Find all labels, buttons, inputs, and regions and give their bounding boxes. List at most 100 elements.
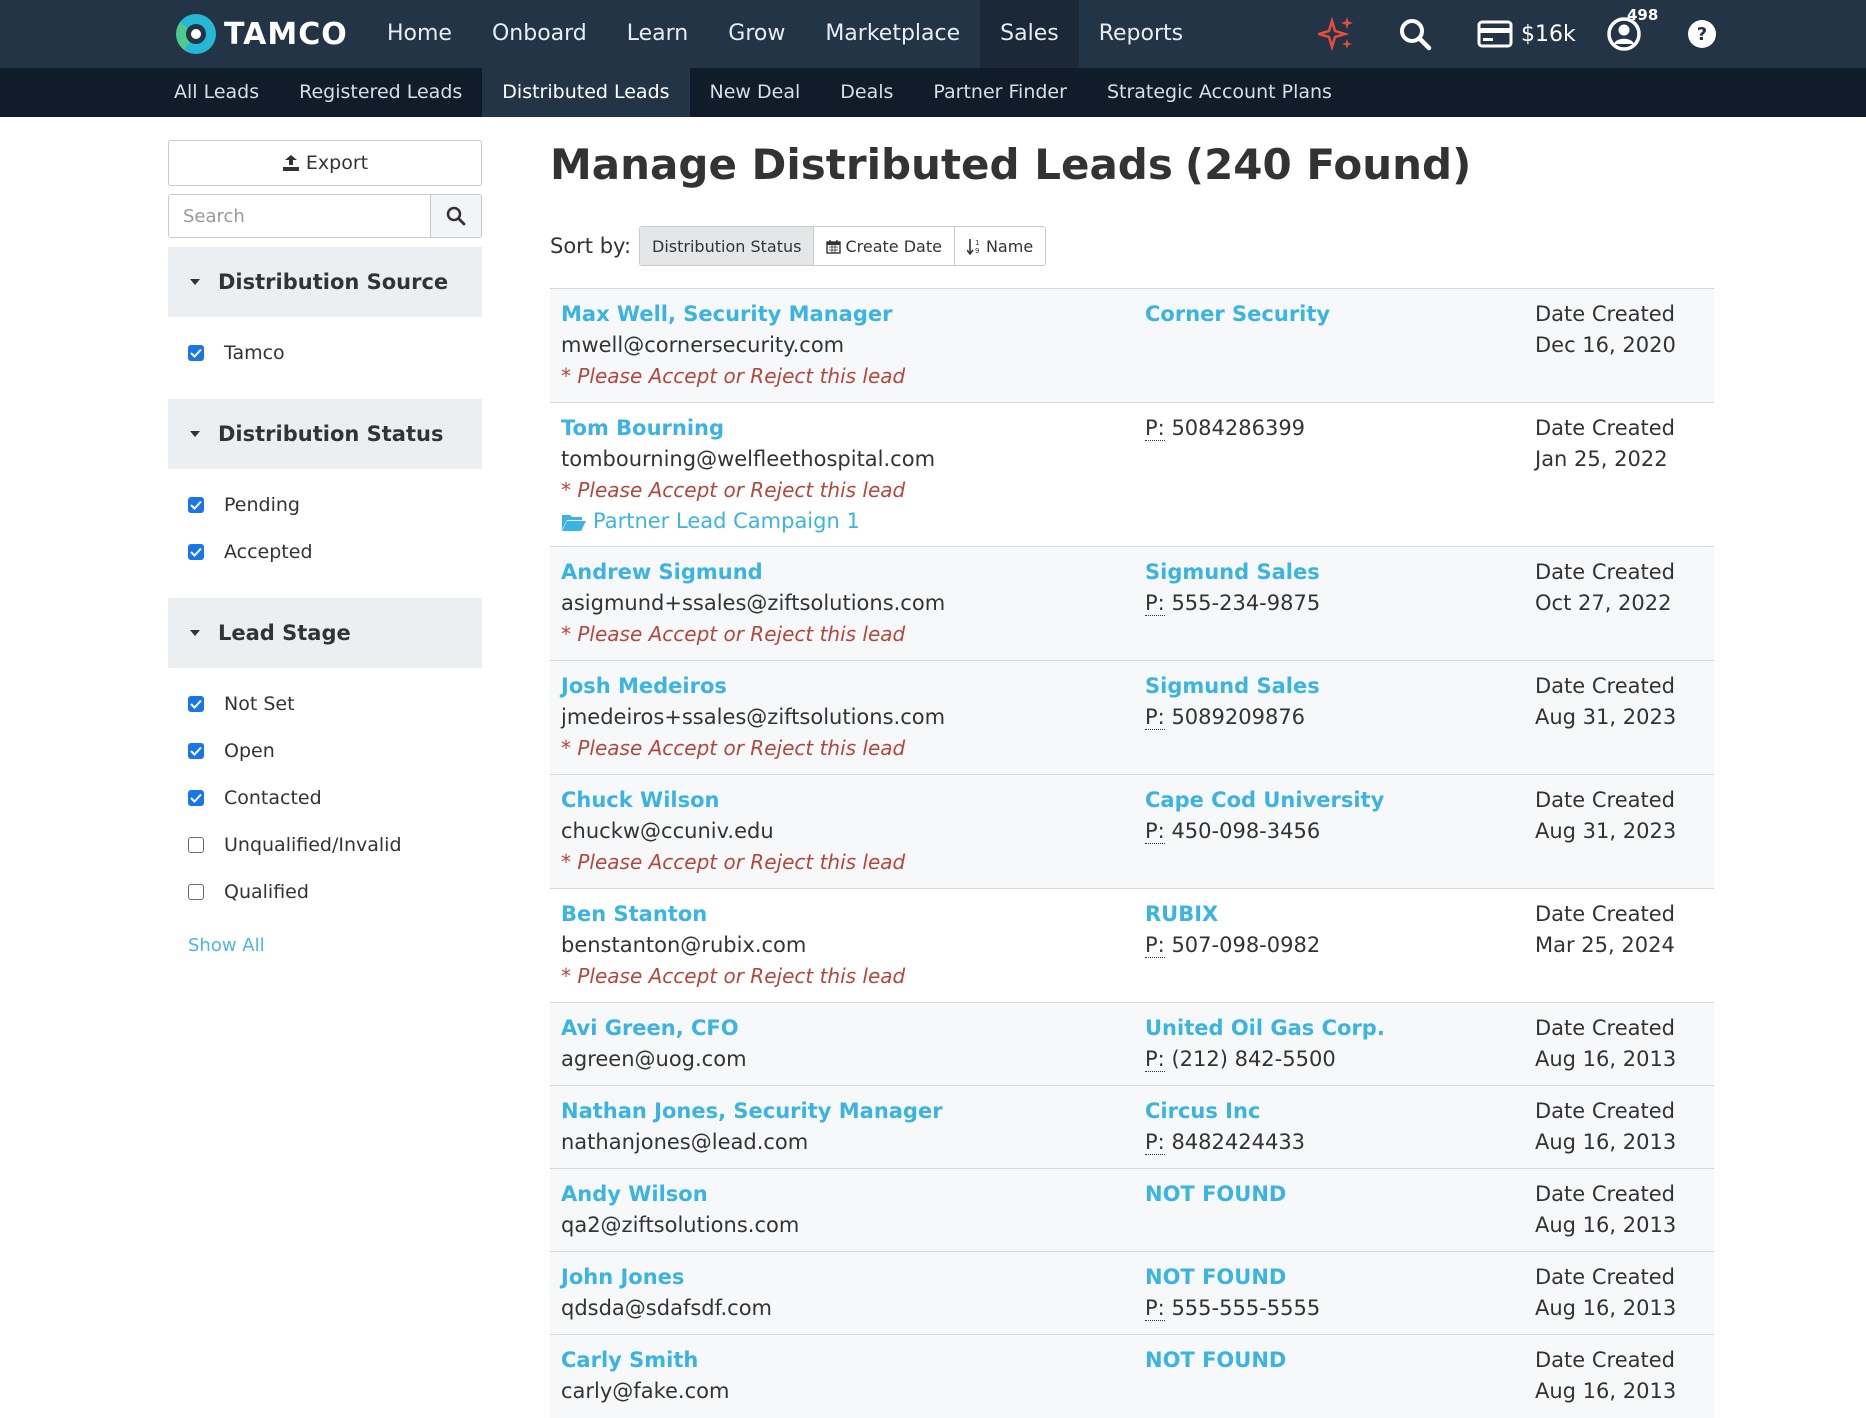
nav-item-home[interactable]: Home <box>367 0 472 68</box>
company-link[interactable]: Cape Cod University <box>1145 785 1384 816</box>
filter-option[interactable]: Not Set <box>188 680 482 727</box>
sparkle-icon[interactable] <box>1318 14 1356 54</box>
lead-name-link[interactable]: Josh Medeiros <box>561 671 945 702</box>
company-link[interactable]: Sigmund Sales <box>1145 671 1320 702</box>
filter-option[interactable]: Unqualified/Invalid <box>188 821 482 868</box>
show-all-link[interactable]: Show All <box>168 935 482 956</box>
lead-name-link[interactable]: Andy Wilson <box>561 1179 799 1210</box>
lead-name-link[interactable]: Max Well, Security Manager <box>561 299 905 330</box>
date-value: Oct 27, 2022 <box>1535 591 1672 615</box>
sort-by-name-button[interactable]: 19 Name <box>955 227 1045 265</box>
nav-item-onboard[interactable]: Onboard <box>472 0 607 68</box>
search-button[interactable] <box>430 194 482 238</box>
subnav-partner-finder[interactable]: Partner Finder <box>913 68 1087 117</box>
lead-warning: * Please Accept or Reject this lead <box>561 364 906 388</box>
lead-row: Tom Bourning tombourning@welfleethospita… <box>550 403 1714 547</box>
date-value: Aug 16, 2013 <box>1535 1379 1677 1403</box>
lead-name-link[interactable]: Chuck Wilson <box>561 785 905 816</box>
lead-name-link[interactable]: John Jones <box>561 1262 772 1293</box>
sort-by-create-date-button[interactable]: Create Date <box>814 227 955 265</box>
sort-option-label: Distribution Status <box>652 236 802 256</box>
brand-logo[interactable]: TAMCO <box>176 14 348 54</box>
filter-group-header[interactable]: Lead Stage <box>168 598 482 668</box>
checkbox-checked[interactable] <box>188 344 204 361</box>
phone-prefix: P: <box>1145 705 1165 730</box>
lead-row: Avi Green, CFO agreen@uog.com United Oil… <box>550 1003 1714 1086</box>
sort-bar: Sort by: Distribution Status Create Date… <box>550 226 1714 266</box>
checkbox-unchecked[interactable] <box>188 836 204 853</box>
phone-number: 555-555-5555 <box>1171 1296 1321 1320</box>
filter-option[interactable]: Accepted <box>188 528 482 575</box>
checkbox-checked[interactable] <box>188 695 204 712</box>
company-link[interactable]: Sigmund Sales <box>1145 557 1320 588</box>
filter-option[interactable]: Open <box>188 727 482 774</box>
sort-by-distribution-status-button[interactable]: Distribution Status <box>640 227 815 265</box>
filter-group-header[interactable]: Distribution Source <box>168 247 482 317</box>
phone-number: 507-098-0982 <box>1171 933 1321 957</box>
company-link[interactable]: United Oil Gas Corp. <box>1145 1013 1385 1044</box>
filter-option[interactable]: Pending <box>188 481 482 528</box>
checkbox-unchecked[interactable] <box>188 883 204 900</box>
subnav-deals[interactable]: Deals <box>820 68 913 117</box>
nav-item-reports[interactable]: Reports <box>1079 0 1203 68</box>
company-link[interactable]: NOT FOUND <box>1145 1262 1320 1293</box>
phone-prefix: P: <box>1145 1047 1165 1072</box>
folder-open-icon <box>562 514 586 531</box>
subnav-new-deal[interactable]: New Deal <box>690 68 821 117</box>
filter-option[interactable]: Contacted <box>188 774 482 821</box>
export-label: Export <box>305 152 369 174</box>
checkbox-checked[interactable] <box>188 543 204 560</box>
lead-name-link[interactable]: Ben Stanton <box>561 899 905 930</box>
lead-name-link[interactable]: Andrew Sigmund <box>561 557 945 588</box>
lead-email: nathanjones@lead.com <box>561 1130 809 1154</box>
filter-group-header[interactable]: Distribution Status <box>168 399 482 469</box>
phone-number: 555-234-9875 <box>1171 591 1321 615</box>
nav-item-learn[interactable]: Learn <box>607 0 709 68</box>
company-phone: P: 5089209876 <box>1145 702 1320 733</box>
sort-option-label: Create Date <box>845 236 942 256</box>
export-button[interactable]: Export <box>168 140 482 186</box>
search-input[interactable]: Search <box>168 194 430 238</box>
checkbox-checked[interactable] <box>188 789 204 806</box>
company-link[interactable]: Corner Security <box>1145 299 1330 330</box>
subnav-strategic-account-plans[interactable]: Strategic Account Plans <box>1087 68 1352 117</box>
lead-email: mwell@cornersecurity.com <box>561 333 845 357</box>
caret-down-icon <box>190 630 200 636</box>
search-box: Search <box>168 194 482 238</box>
company-link[interactable]: Circus Inc <box>1145 1096 1305 1127</box>
lead-warning: * Please Accept or Reject this lead <box>561 850 906 874</box>
search-icon <box>446 206 466 226</box>
lead-name-link[interactable]: Avi Green, CFO <box>561 1013 747 1044</box>
lead-warning: * Please Accept or Reject this lead <box>561 736 906 760</box>
nav-item-marketplace[interactable]: Marketplace <box>805 0 980 68</box>
budget-widget[interactable]: $16k <box>1477 14 1576 54</box>
lead-email: asigmund+ssales@ziftsolutions.com <box>561 591 946 615</box>
lead-name-link[interactable]: Tom Bourning <box>561 413 935 444</box>
filter-option[interactable]: Qualified <box>188 868 482 915</box>
lead-email: benstanton@rubix.com <box>561 933 807 957</box>
subnav-all-leads[interactable]: All Leads <box>154 68 279 117</box>
export-icon <box>282 155 299 171</box>
svg-text:9: 9 <box>975 247 979 255</box>
checkbox-checked[interactable] <box>188 496 204 513</box>
date-label: Date Created <box>1535 1099 1675 1123</box>
company-link[interactable]: NOT FOUND <box>1145 1179 1286 1210</box>
date-value: Aug 16, 2013 <box>1535 1047 1677 1071</box>
checkbox-checked[interactable] <box>188 742 204 759</box>
lead-name-link[interactable]: Carly Smith <box>561 1345 729 1376</box>
nav-item-sales[interactable]: Sales <box>980 0 1079 68</box>
filter-option[interactable]: Tamco <box>188 329 482 376</box>
lead-row: Nathan Jones, Security Manager nathanjon… <box>550 1086 1714 1169</box>
subnav-registered-leads[interactable]: Registered Leads <box>279 68 482 117</box>
company-link[interactable]: NOT FOUND <box>1145 1345 1286 1376</box>
company-link[interactable]: RUBIX <box>1145 899 1320 930</box>
search-icon[interactable] <box>1398 14 1432 54</box>
help-icon[interactable]: ? <box>1687 14 1717 54</box>
filter-option-label: Tamco <box>224 341 285 364</box>
subnav-distributed-leads[interactable]: Distributed Leads <box>482 68 690 117</box>
campaign-link[interactable]: Partner Lead Campaign 1 <box>561 506 935 537</box>
nav-item-grow[interactable]: Grow <box>708 0 805 68</box>
filter-option-label: Pending <box>224 493 300 516</box>
date-label: Date Created <box>1535 788 1675 812</box>
lead-name-link[interactable]: Nathan Jones, Security Manager <box>561 1096 943 1127</box>
